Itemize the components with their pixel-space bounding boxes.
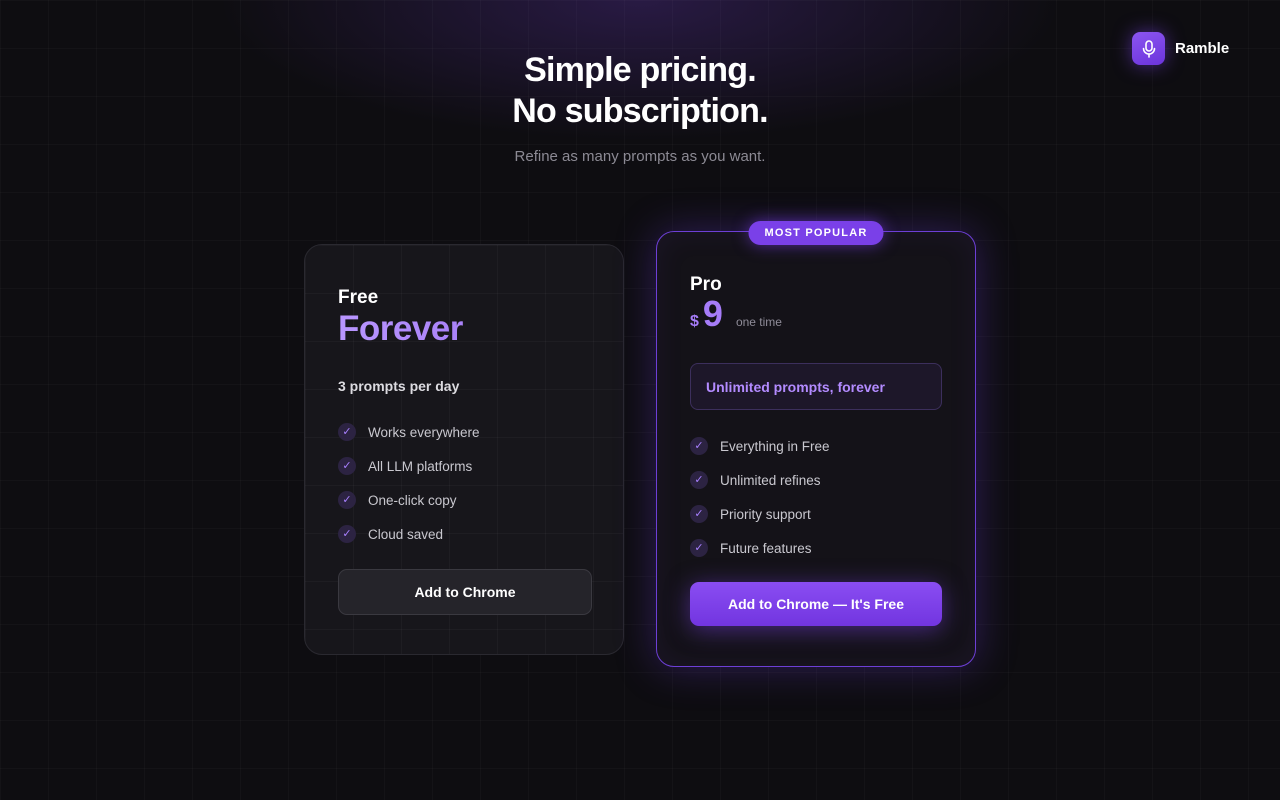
pro-feature-item: ✓ Unlimited refines bbox=[690, 463, 942, 497]
page-title-line-1: Simple pricing. bbox=[524, 51, 757, 89]
pro-feature-item: ✓ Future features bbox=[690, 531, 942, 565]
feature-label: Everything in Free bbox=[720, 438, 830, 454]
price-amount: 9 bbox=[702, 293, 723, 334]
free-plan-limit: 3 prompts per day bbox=[338, 378, 460, 394]
hero: Simple pricing. No subscription. Refine … bbox=[0, 50, 1280, 165]
check-icon: ✓ bbox=[690, 505, 708, 523]
free-feature-item: ✓ Cloud saved bbox=[338, 517, 590, 551]
free-feature-item: ✓ Works everywhere bbox=[338, 415, 590, 449]
free-feature-item: ✓ One-click copy bbox=[338, 483, 590, 517]
pro-feature-list: ✓ Everything in Free ✓ Unlimited refines… bbox=[690, 429, 942, 565]
page-subtitle: Refine as many prompts as you want. bbox=[514, 148, 766, 165]
feature-label: Unlimited refines bbox=[720, 472, 821, 488]
unlimited-highlight: Unlimited prompts, forever bbox=[690, 363, 942, 410]
check-icon: ✓ bbox=[338, 491, 356, 509]
pricing-page: Ramble Simple pricing. No subscription. … bbox=[0, 0, 1280, 800]
check-icon: ✓ bbox=[690, 539, 708, 557]
add-to-chrome-button[interactable]: Add to Chrome bbox=[338, 569, 592, 615]
check-icon: ✓ bbox=[690, 437, 708, 455]
check-icon: ✓ bbox=[338, 525, 356, 543]
pro-plan-name: Pro bbox=[690, 274, 722, 295]
feature-label: Cloud saved bbox=[368, 526, 444, 542]
free-feature-list: ✓ Works everywhere ✓ All LLM platforms ✓… bbox=[338, 415, 590, 551]
check-icon: ✓ bbox=[338, 457, 356, 475]
check-icon: ✓ bbox=[690, 471, 708, 489]
page-title-line-2: No subscription. bbox=[512, 92, 768, 130]
feature-label: All LLM platforms bbox=[368, 458, 473, 474]
pro-feature-item: ✓ Everything in Free bbox=[690, 429, 942, 463]
price-note: one time bbox=[735, 315, 782, 329]
free-plan-card: Free Forever 3 prompts per day ✓ Works e… bbox=[304, 244, 624, 655]
price-currency: $ bbox=[690, 313, 699, 330]
feature-label: One-click copy bbox=[368, 492, 457, 508]
free-feature-item: ✓ All LLM platforms bbox=[338, 449, 590, 483]
free-plan-name: Free bbox=[338, 287, 379, 308]
add-to-chrome-pro-button[interactable]: Add to Chrome — It's Free bbox=[690, 582, 942, 626]
feature-label: Future features bbox=[720, 540, 812, 556]
feature-label: Priority support bbox=[720, 506, 811, 522]
pro-price: $ 9 one time bbox=[690, 296, 942, 332]
most-popular-badge: MOST POPULAR bbox=[748, 221, 884, 245]
pro-plan-card: MOST POPULAR Pro $ 9 one time Unlimited … bbox=[656, 221, 976, 667]
feature-label: Works everywhere bbox=[368, 424, 480, 440]
check-icon: ✓ bbox=[338, 423, 356, 441]
free-plan-headline: Forever bbox=[338, 309, 590, 349]
pro-feature-item: ✓ Priority support bbox=[690, 497, 942, 531]
